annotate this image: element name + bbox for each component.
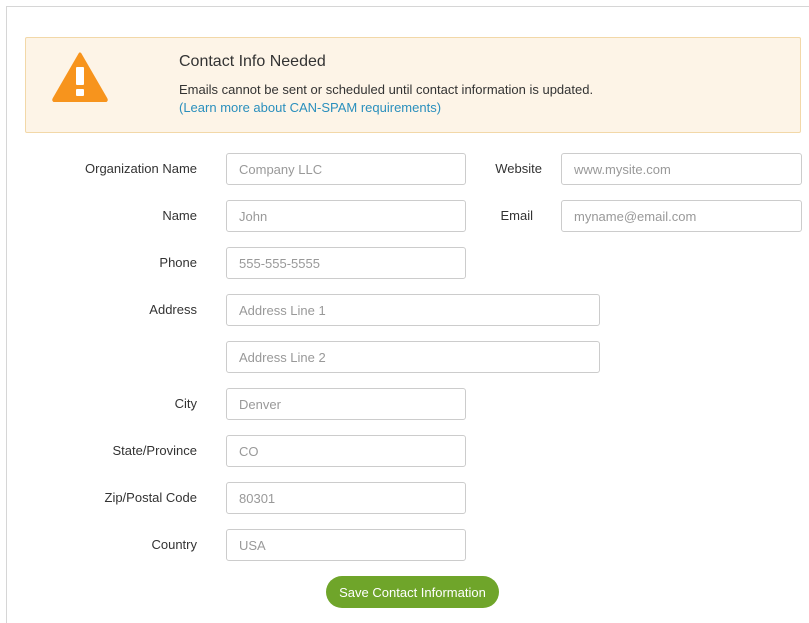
alert-title: Contact Info Needed xyxy=(179,53,326,70)
state-province-label: State/Province xyxy=(112,443,197,458)
state-province-input[interactable] xyxy=(226,435,466,467)
zip-postal-code-label: Zip/Postal Code xyxy=(104,490,198,505)
address-line-1-input[interactable] xyxy=(226,294,600,326)
website-input[interactable] xyxy=(561,153,802,185)
zip-postal-code-input[interactable] xyxy=(226,482,466,514)
city-input[interactable] xyxy=(226,388,466,420)
email-input[interactable] xyxy=(561,200,802,232)
contact-info-alert: Contact Info Needed Emails cannot be sen… xyxy=(25,37,801,133)
alert-message: Emails cannot be sent or scheduled until… xyxy=(179,82,594,97)
name-label: Name xyxy=(162,208,197,223)
phone-label: Phone xyxy=(159,255,197,270)
can-spam-learn-more-link[interactable]: (Learn more about CAN-SPAM requirements) xyxy=(179,100,441,115)
warning-triangle-icon xyxy=(52,52,108,102)
website-label: Website xyxy=(495,161,542,176)
city-label: City xyxy=(174,396,197,411)
organization-name-label: Organization Name xyxy=(85,161,197,176)
country-input[interactable] xyxy=(226,529,466,561)
email-label: Email xyxy=(500,208,533,223)
address-line-2-input[interactable] xyxy=(226,341,600,373)
country-label: Country xyxy=(151,537,197,552)
phone-input[interactable] xyxy=(226,247,466,279)
address-label: Address xyxy=(149,302,197,317)
save-contact-information-button[interactable]: Save Contact Information xyxy=(326,576,499,608)
